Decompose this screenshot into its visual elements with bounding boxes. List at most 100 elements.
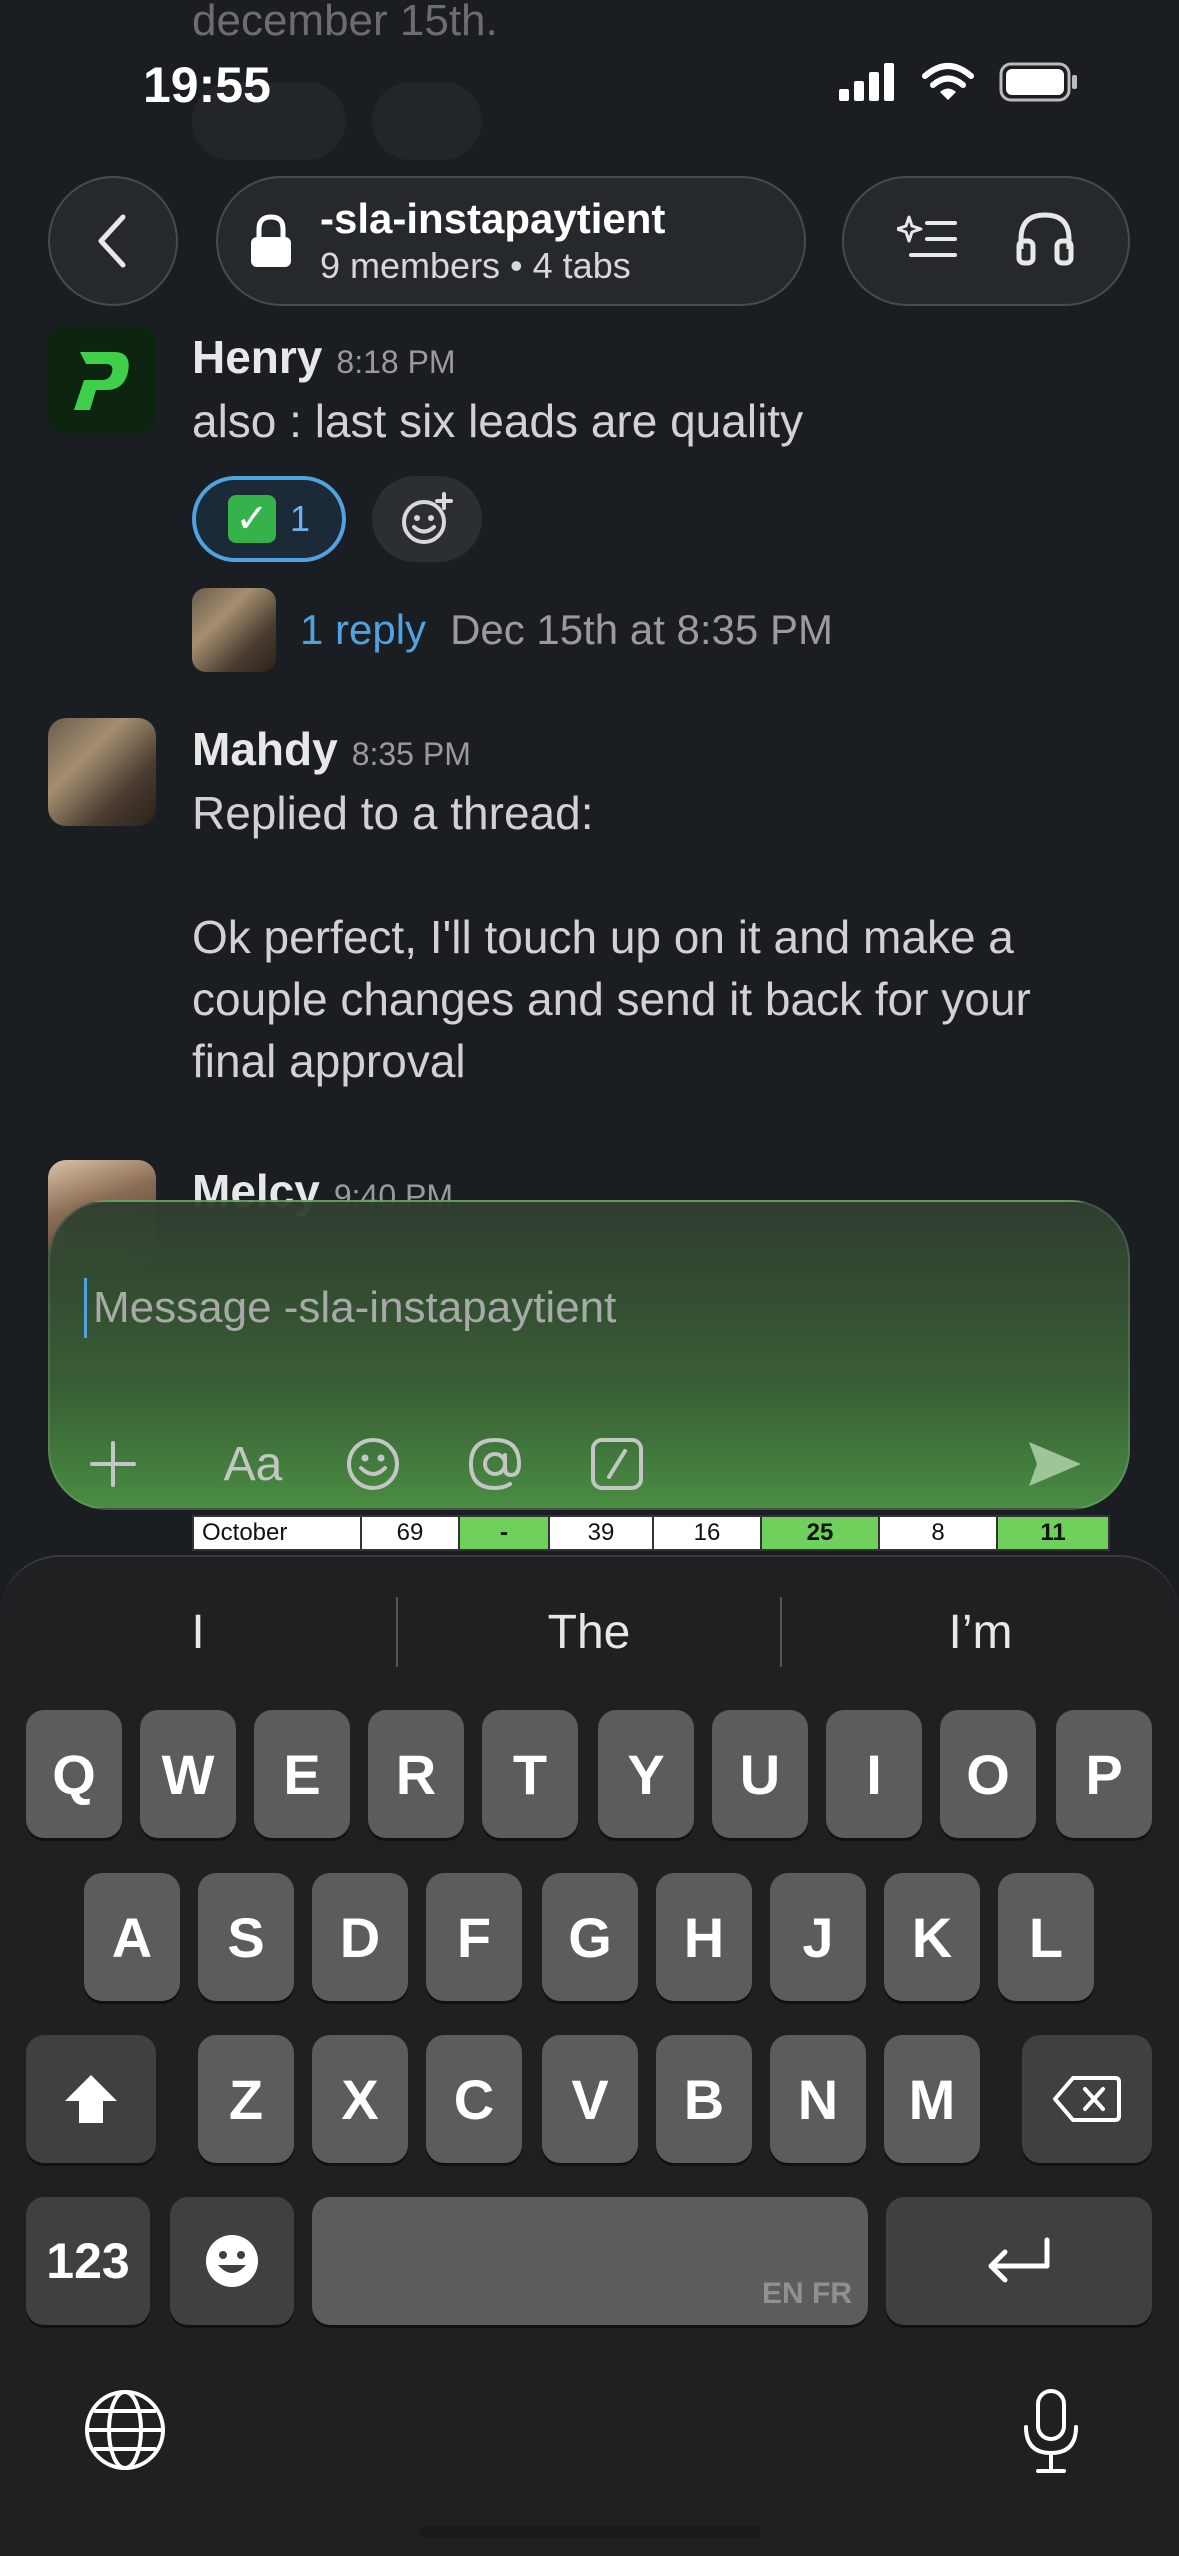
key-r[interactable]: R — [368, 1710, 464, 1838]
key-a[interactable]: A — [84, 1873, 180, 2001]
message-time: 8:35 PM — [351, 736, 471, 772]
send-button[interactable] — [1016, 1432, 1094, 1496]
backspace-icon — [1053, 2076, 1121, 2122]
cellular-signal-icon — [839, 63, 894, 101]
reply-count-link[interactable]: 1 reply — [300, 606, 426, 654]
slash-command-icon — [591, 1438, 643, 1490]
smiley-icon — [347, 1438, 399, 1490]
add-emoji-icon — [402, 492, 453, 544]
key-t[interactable]: T — [482, 1710, 578, 1838]
previous-add-reaction[interactable] — [372, 82, 482, 160]
key-i[interactable]: I — [826, 1710, 922, 1838]
mahdy-avatar[interactable] — [48, 718, 156, 826]
key-h[interactable]: H — [656, 1873, 752, 2001]
reaction-count: 1 — [289, 498, 311, 539]
message-composer: Aa — [48, 1200, 1130, 1510]
key-u[interactable]: U — [712, 1710, 808, 1838]
send-icon — [1029, 1442, 1081, 1486]
message-author[interactable]: Henry — [192, 330, 322, 384]
check-mark-icon: ✓ — [227, 495, 276, 543]
message-line: final approval — [192, 1035, 466, 1087]
message-input[interactable] — [84, 1278, 1044, 1338]
henry-message-header: Henry 8:18 PM — [192, 330, 456, 384]
key-m[interactable]: M — [884, 2035, 980, 2163]
sheet-cell: 8 — [880, 1517, 998, 1549]
back-button[interactable] — [48, 176, 178, 306]
key-n[interactable]: N — [770, 2035, 866, 2163]
shift-arrow-icon — [65, 2075, 117, 2123]
at-sign-icon — [468, 1437, 522, 1491]
key-y[interactable]: Y — [598, 1710, 694, 1838]
chevron-left-icon — [98, 214, 126, 268]
henry-avatar[interactable] — [48, 326, 156, 434]
message-author[interactable]: Mahdy — [192, 722, 338, 776]
emoji-picker-button[interactable] — [340, 1432, 406, 1496]
key-l[interactable]: L — [998, 1873, 1094, 2001]
message-time: 8:18 PM — [336, 344, 456, 380]
key-q[interactable]: Q — [26, 1710, 122, 1838]
sheet-cell: 11 — [998, 1517, 1108, 1549]
language-indicator: EN FR — [762, 2277, 852, 2310]
key-f[interactable]: F — [426, 1873, 522, 2001]
key-s[interactable]: S — [198, 1873, 294, 2001]
sheet-cell: 25 — [762, 1517, 880, 1549]
spreadsheet-preview-row[interactable]: October 69 - 39 16 25 8 11 — [192, 1515, 1110, 1551]
check-reaction[interactable]: ✓ 1 — [192, 476, 346, 562]
suggestion-3[interactable]: I’m — [782, 1597, 1179, 1667]
key-o[interactable]: O — [940, 1710, 1036, 1838]
emoji-keyboard-key[interactable] — [170, 2197, 294, 2325]
channel-actions — [842, 176, 1130, 306]
key-p[interactable]: P — [1056, 1710, 1152, 1838]
format-text-button[interactable]: Aa — [218, 1432, 288, 1496]
message-line: Replied to a thread: — [192, 787, 594, 839]
add-reaction-button[interactable] — [372, 476, 482, 562]
message-line: Ok perfect, I'll touch up on it and make… — [192, 911, 1014, 963]
attach-button[interactable] — [80, 1432, 146, 1496]
sheet-cell: 16 — [654, 1517, 762, 1549]
key-c[interactable]: C — [426, 2035, 522, 2163]
message-line — [192, 844, 1031, 906]
suggestion-1[interactable]: I — [0, 1597, 396, 1667]
return-key[interactable] — [886, 2197, 1152, 2325]
shift-key[interactable] — [26, 2035, 156, 2163]
message-text: Replied to a thread: Ok perfect, I'll to… — [192, 782, 1031, 1092]
delete-key[interactable] — [1022, 2035, 1152, 2163]
thread-summary[interactable]: 1 reply Dec 15th at 8:35 PM — [192, 588, 833, 672]
battery-icon — [999, 62, 1077, 102]
space-bar[interactable]: EN FR — [312, 2197, 868, 2325]
dictation-key[interactable] — [1016, 2387, 1086, 2482]
huddle-button[interactable] — [1015, 211, 1075, 272]
key-z[interactable]: Z — [198, 2035, 294, 2163]
suggestion-2[interactable]: The — [398, 1597, 780, 1667]
key-v[interactable]: V — [542, 2035, 638, 2163]
channel-header-button[interactable]: -sla-instapaytient 9 members • 4 tabs — [216, 176, 806, 306]
shortcuts-button[interactable] — [584, 1432, 650, 1496]
key-x[interactable]: X — [312, 2035, 408, 2163]
last-reply-date: Dec 15th at 8:35 PM — [450, 606, 833, 653]
wifi-icon — [922, 63, 974, 100]
sparkle-list-icon — [895, 215, 957, 257]
key-e[interactable]: E — [254, 1710, 350, 1838]
key-w[interactable]: W — [140, 1710, 236, 1838]
thread-participant-avatar — [192, 588, 276, 672]
status-icons — [837, 62, 1079, 102]
sheet-cell: 39 — [550, 1517, 654, 1549]
mention-button[interactable] — [462, 1432, 528, 1496]
globe-key[interactable] — [82, 2387, 168, 2478]
ai-summary-button[interactable] — [895, 213, 957, 270]
brand-logo-icon — [74, 352, 129, 410]
key-k[interactable]: K — [884, 1873, 980, 2001]
lock-icon — [251, 214, 291, 267]
key-j[interactable]: J — [770, 1873, 866, 2001]
sheet-cell: October — [194, 1517, 362, 1549]
microphone-icon — [1024, 2389, 1078, 2473]
mahdy-message-header: Mahdy 8:35 PM — [192, 722, 471, 776]
home-indicator[interactable] — [420, 2526, 760, 2538]
key-g[interactable]: G — [542, 1873, 638, 2001]
key-b[interactable]: B — [656, 2035, 752, 2163]
numbers-key[interactable]: 123 — [26, 2197, 150, 2325]
channel-info: -sla-instapaytient 9 members • 4 tabs — [320, 194, 665, 288]
key-d[interactable]: D — [312, 1873, 408, 2001]
channel-meta: 9 members • 4 tabs — [320, 245, 631, 286]
ios-keyboard: I The I’m Q W E R T Y U I O P A S D F G … — [0, 1555, 1179, 2556]
